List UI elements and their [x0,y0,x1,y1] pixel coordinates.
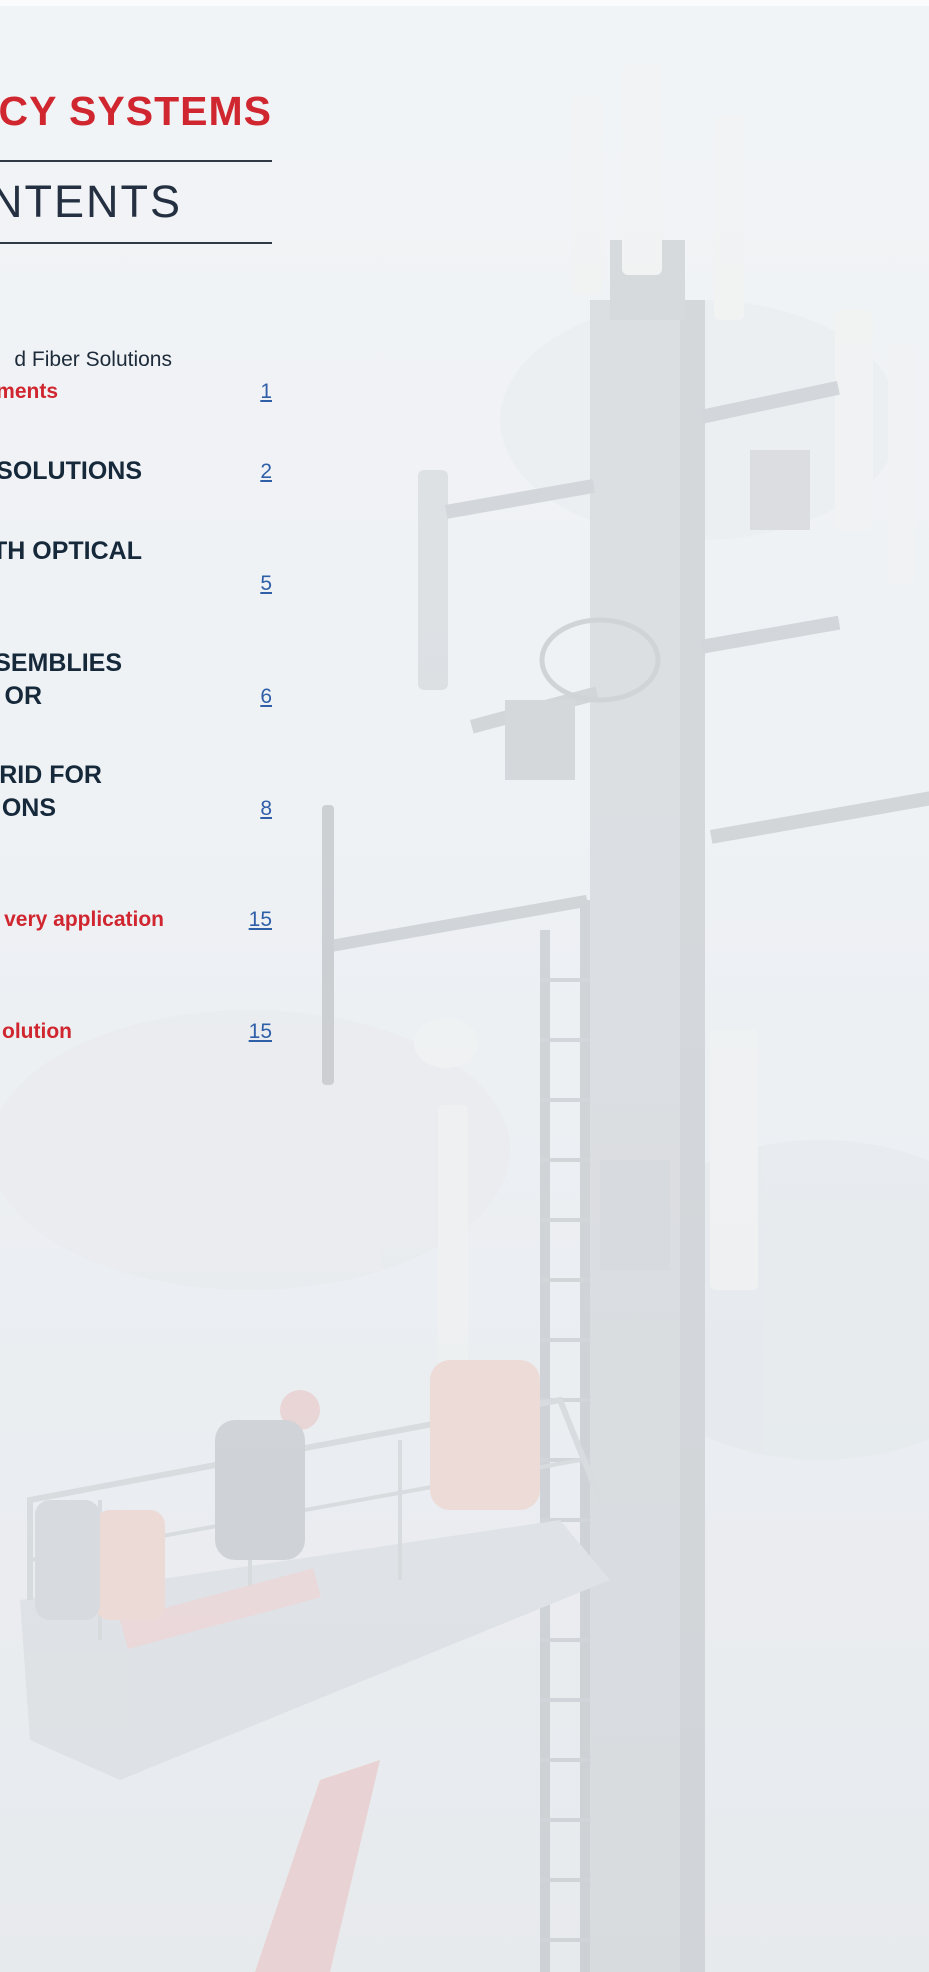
divider-line [0,242,272,244]
contents-heading: ONTENTS [0,176,182,227]
document-page: ICY SYSTEMS ONTENTS d Fiber Solutions me… [0,0,929,1972]
toc-entry-text: very application [4,908,164,931]
toc-entry-text: TH OPTICAL [0,537,142,565]
toc-entry[interactable]: RID FOR ONS 8 [0,759,272,829]
toc-entry-text: SOLUTIONS [0,457,142,485]
background-photo-cell-tower [0,0,929,1972]
toc-page-link[interactable]: 1 [260,380,272,404]
toc-entry[interactable]: SOLUTIONS 2 [0,455,272,491]
document-title: ICY SYSTEMS [0,88,272,134]
toc-page-link[interactable]: 15 [249,1020,272,1044]
toc-page-link[interactable]: 5 [260,572,272,596]
toc-entry[interactable]: ments 1 [0,380,272,410]
toc-entry-text: ments [0,380,58,403]
toc-entry-text: ONS [1,794,56,822]
toc-entry-text: SEMBLIES [0,649,122,677]
toc-entry[interactable]: d Fiber Solutions [0,348,272,378]
toc-entry[interactable]: olution 15 [0,1020,272,1050]
toc-page-link[interactable]: 6 [260,685,272,709]
toc-entry[interactable]: SEMBLIES OR 6 [0,647,272,717]
toc-entry[interactable]: very application 15 [0,908,272,938]
toc-page-link[interactable]: 2 [260,460,272,484]
toc-page-link[interactable]: 8 [260,797,272,821]
toc-entry-text: olution [2,1020,72,1043]
toc-entry-text: d Fiber Solutions [14,348,172,371]
divider-line [0,160,272,162]
toc-page-link[interactable]: 15 [249,908,272,932]
toc-entry-text: OR [4,682,43,710]
toc-entry-text: RID FOR [0,761,102,789]
toc-entry[interactable]: TH OPTICAL 5 [0,535,272,605]
